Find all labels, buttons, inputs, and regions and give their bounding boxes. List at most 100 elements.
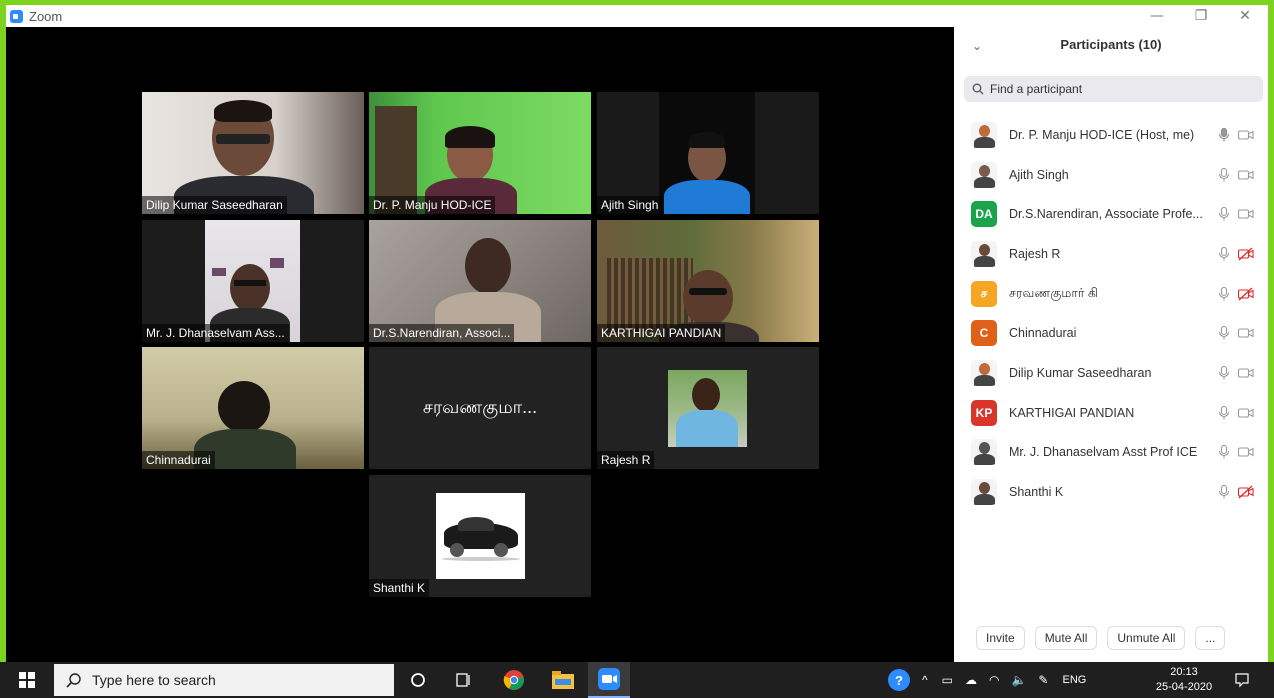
participant-list: Dr. P. Manju HOD-ICE (Host, me) Ajith Sin…	[954, 115, 1268, 512]
tile-name-label: Dr.S.Narendiran, Associ...	[369, 324, 515, 342]
participant-name: Chinnadurai	[1009, 326, 1077, 341]
video-tile[interactable]: Mr. J. Dhanaselvam Ass...	[142, 220, 364, 342]
participant-row[interactable]: C Chinnadurai	[954, 313, 1268, 353]
microphone-icon[interactable]	[1218, 286, 1230, 301]
video-tile[interactable]: Ajith Singh	[597, 92, 819, 214]
avatar-photo	[971, 479, 997, 506]
chevron-up-icon[interactable]: ^	[922, 673, 928, 687]
windows-taskbar: Type here to search ? ^ ▭ ☁ ◠ 🔈 ✎ ENG 20…	[0, 662, 1274, 698]
participant-row[interactable]: Dr. P. Manju HOD-ICE (Host, me)	[954, 115, 1268, 155]
tile-name-label: Dr. P. Manju HOD-ICE	[369, 196, 496, 214]
invite-button[interactable]: Invite	[976, 626, 1025, 650]
pen-icon[interactable]: ✎	[1038, 673, 1048, 687]
video-camera-icon[interactable]	[1238, 326, 1254, 340]
video-camera-icon[interactable]	[1238, 406, 1254, 420]
unmute-all-button[interactable]: Unmute All	[1107, 626, 1186, 650]
wifi-icon[interactable]: ◠	[989, 673, 999, 687]
file-explorer-icon[interactable]	[545, 662, 581, 698]
participant-name: Rajesh R	[1009, 246, 1061, 261]
avatar-photo	[971, 161, 997, 188]
participant-row[interactable]: Dilip Kumar Saseedharan	[954, 353, 1268, 393]
microphone-icon[interactable]	[1218, 445, 1230, 459]
chrome-icon[interactable]	[496, 662, 532, 698]
video-tile-name-only[interactable]: சரவணகுமா...	[369, 347, 591, 469]
microphone-icon[interactable]	[1218, 246, 1230, 261]
microphone-icon[interactable]	[1218, 207, 1230, 221]
participant-name: Dilip Kumar Saseedharan	[1009, 365, 1152, 380]
title-bar: Zoom — ❐ ✕	[6, 5, 1268, 27]
video-tile[interactable]: Dilip Kumar Saseedharan	[142, 92, 364, 214]
help-icon[interactable]: ?	[888, 669, 910, 691]
video-tile[interactable]: Shanthi K	[369, 475, 591, 597]
video-off-icon[interactable]	[1238, 247, 1254, 261]
task-view-icon[interactable]	[446, 662, 482, 698]
video-camera-icon[interactable]	[1238, 445, 1254, 459]
participant-status-icons	[1218, 115, 1254, 155]
video-camera-icon[interactable]	[1238, 128, 1254, 142]
close-button[interactable]: ✕	[1225, 5, 1265, 27]
language-indicator[interactable]: ENG	[1062, 674, 1086, 686]
tile-name-label: Chinnadurai	[142, 451, 215, 469]
participant-row[interactable]: KP KARTHIGAI PANDIAN	[954, 393, 1268, 433]
bookshelf	[607, 258, 693, 332]
participant-name: Shanthi K	[1009, 485, 1064, 500]
avatar: C	[971, 320, 997, 347]
microphone-icon[interactable]	[1218, 365, 1230, 380]
notifications-icon[interactable]	[1222, 662, 1262, 698]
video-tile-active-speaker[interactable]: Dr. P. Manju HOD-ICE	[369, 92, 591, 214]
search-icon	[66, 673, 81, 688]
zoom-taskbar-icon[interactable]	[588, 662, 630, 698]
participant-row[interactable]: Ajith Singh	[954, 155, 1268, 195]
video-off-icon[interactable]	[1238, 485, 1254, 499]
window-title: Zoom	[29, 8, 63, 24]
participant-name: Dr.S.Narendiran, Associate Profe...	[1009, 207, 1203, 222]
onedrive-icon[interactable]: ☁	[965, 673, 977, 687]
minimize-button[interactable]: —	[1137, 5, 1177, 27]
video-camera-icon[interactable]	[1238, 366, 1254, 380]
tile-name-label: Rajesh R	[597, 451, 655, 469]
avatar-photo	[971, 439, 997, 466]
taskbar-search-box[interactable]: Type here to search	[54, 664, 394, 696]
participant-status-icons	[1218, 155, 1254, 195]
windows-start-button[interactable]	[0, 662, 54, 698]
participant-row[interactable]: ச சரவணகுமார் கி	[954, 274, 1268, 314]
microphone-icon[interactable]	[1218, 127, 1230, 142]
tile-display-name: சரவணகுமா...	[422, 396, 538, 417]
volume-icon[interactable]: 🔈	[1011, 673, 1026, 687]
clock-date: 25-04-2020	[1155, 681, 1213, 693]
taskbar-search-placeholder: Type here to search	[92, 672, 216, 688]
participant-row[interactable]: Mr. J. Dhanaselvam Asst Prof ICE	[954, 433, 1268, 473]
avatar: ச	[971, 280, 997, 307]
avatar-photo	[971, 359, 997, 386]
video-tile[interactable]: Rajesh R	[597, 347, 819, 469]
restore-button[interactable]: ❐	[1181, 5, 1221, 27]
battery-icon[interactable]: ▭	[942, 673, 953, 687]
windows-logo-icon	[19, 672, 35, 688]
video-tile[interactable]: Dr.S.Narendiran, Associ...	[369, 220, 591, 342]
cortana-icon[interactable]	[400, 662, 436, 698]
participants-panel: ⌄ Participants (10) Find a participant D…	[954, 27, 1268, 662]
participant-row[interactable]: Shanthi K	[954, 472, 1268, 512]
participant-search-input[interactable]: Find a participant	[964, 76, 1263, 102]
participant-name: சரவணகுமார் கி	[1009, 285, 1099, 300]
participant-status-icons	[1218, 274, 1254, 314]
video-camera-icon[interactable]	[1238, 168, 1254, 182]
microphone-icon[interactable]	[1218, 167, 1230, 182]
video-tile[interactable]: KARTHIGAI PANDIAN	[597, 220, 819, 342]
zoom-logo-icon	[10, 9, 23, 23]
microphone-icon[interactable]	[1218, 485, 1230, 499]
video-off-icon[interactable]	[1238, 287, 1254, 301]
microphone-icon[interactable]	[1218, 405, 1230, 420]
participant-status-icons	[1218, 472, 1254, 512]
taskbar-clock[interactable]: 20:13 25-04-2020	[1152, 665, 1216, 695]
video-camera-icon[interactable]	[1238, 207, 1254, 221]
zoom-window: Zoom — ❐ ✕ Dilip Kumar Saseedharan Dr. P…	[6, 5, 1268, 662]
participant-row[interactable]: DA Dr.S.Narendiran, Associate Profe...	[954, 194, 1268, 234]
mute-all-button[interactable]: Mute All	[1034, 626, 1098, 650]
avatar-photo	[971, 121, 997, 148]
video-tile[interactable]: Chinnadurai	[142, 347, 364, 469]
more-options-button[interactable]: ...	[1195, 626, 1226, 650]
microphone-icon[interactable]	[1218, 326, 1230, 340]
participant-row[interactable]: Rajesh R	[954, 234, 1268, 274]
participants-title: Participants (10)	[1060, 37, 1162, 52]
